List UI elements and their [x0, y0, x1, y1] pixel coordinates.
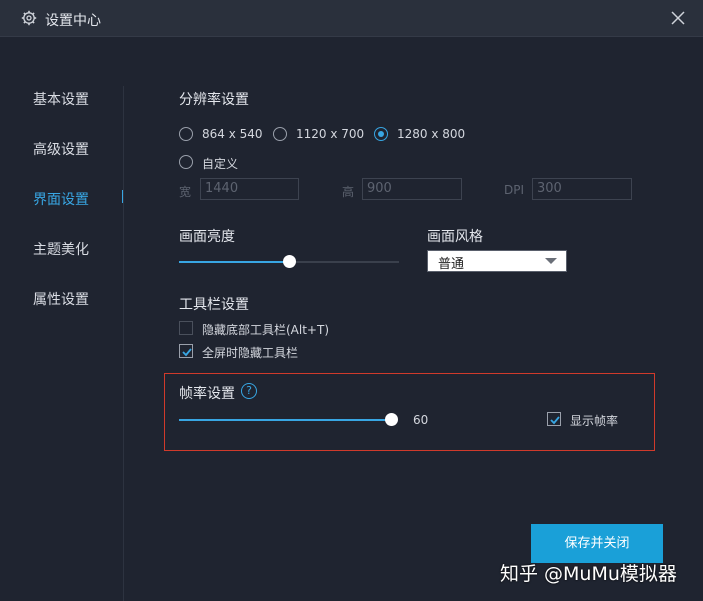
close-icon[interactable] — [669, 9, 687, 27]
show-fps-checkbox[interactable] — [547, 412, 561, 426]
check-icon — [182, 348, 192, 357]
custom-option-label: 自定义 — [202, 157, 239, 171]
show-fps-label: 显示帧率 — [570, 414, 619, 428]
watermark-text: 知乎 @MuMu模拟器 — [500, 563, 677, 585]
dpi-label: DPI — [504, 183, 525, 197]
window-title: 设置中心 — [45, 13, 101, 29]
hide-bottom-toolbar-label: 隐藏底部工具栏(Alt+T) — [202, 323, 329, 337]
style-select-value: 普通 — [438, 257, 465, 272]
resolution-option-label: 1120 x 700 — [296, 127, 365, 141]
resolution-radio-1280[interactable] — [374, 127, 388, 141]
resolution-title: 分辨率设置 — [179, 92, 249, 108]
brightness-slider-thumb[interactable] — [283, 255, 296, 268]
style-title: 画面风格 — [427, 229, 483, 245]
sidebar-item-properties[interactable]: 属性设置 — [33, 289, 89, 309]
sidebar-item-basic[interactable]: 基本设置 — [33, 89, 89, 109]
toolbar-title: 工具栏设置 — [179, 297, 249, 313]
framerate-slider-fill — [179, 419, 392, 421]
resolution-option-label: 864 x 540 — [202, 127, 263, 141]
width-field[interactable]: 1440 — [200, 178, 299, 200]
framerate-slider[interactable] — [179, 419, 392, 421]
framerate-value: 60 — [413, 413, 429, 427]
resolution-radio-custom[interactable] — [179, 155, 193, 169]
dpi-field[interactable]: 300 — [532, 178, 632, 200]
check-icon — [550, 416, 560, 425]
brightness-title: 画面亮度 — [179, 229, 235, 245]
chevron-down-icon — [545, 258, 557, 264]
height-field[interactable]: 900 — [362, 178, 462, 200]
resolution-radio-1120[interactable] — [273, 127, 287, 141]
help-icon[interactable]: ? — [241, 383, 257, 399]
height-label: 高 — [342, 185, 355, 199]
resolution-radio-864[interactable] — [179, 127, 193, 141]
hide-bottom-toolbar-checkbox[interactable] — [179, 321, 193, 335]
fullscreen-hide-toolbar-label: 全屏时隐藏工具栏 — [202, 346, 299, 360]
sidebar-item-advanced[interactable]: 高级设置 — [33, 139, 89, 159]
save-and-close-button[interactable]: 保存并关闭 — [531, 524, 663, 563]
sidebar-item-interface[interactable]: 界面设置 — [33, 189, 89, 209]
brightness-slider-fill — [179, 261, 289, 263]
gear-icon — [21, 10, 37, 26]
resolution-option-label: 1280 x 800 — [397, 127, 466, 141]
style-select[interactable]: 普通 — [427, 250, 567, 272]
title-bar: 设置中心 — [0, 0, 703, 37]
sidebar-divider — [123, 86, 124, 601]
framerate-title: 帧率设置 — [179, 386, 235, 402]
width-label: 宽 — [179, 185, 192, 199]
sidebar-item-theme[interactable]: 主题美化 — [33, 239, 89, 259]
fullscreen-hide-toolbar-checkbox[interactable] — [179, 344, 193, 358]
framerate-slider-thumb[interactable] — [385, 413, 398, 426]
